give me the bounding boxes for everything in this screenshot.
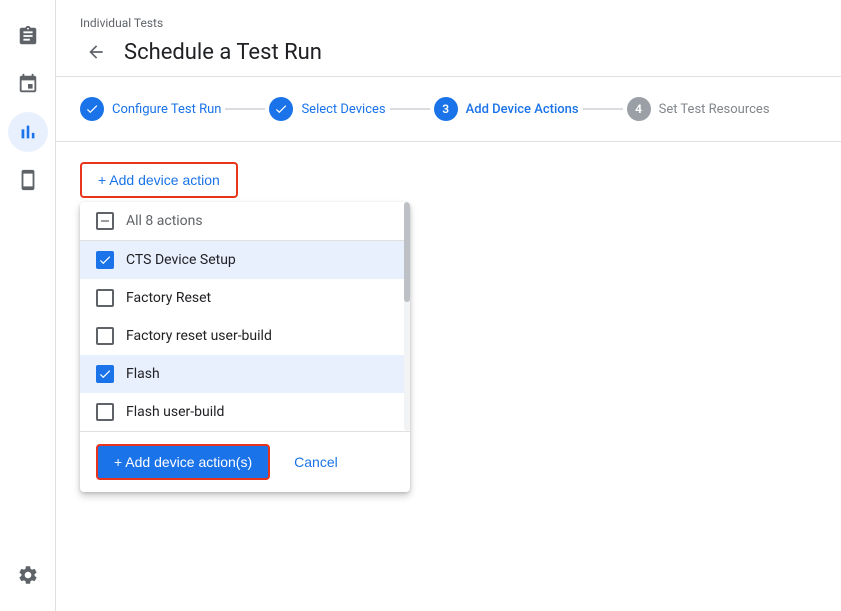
connector-2 [390, 108, 430, 110]
indeterminate-icon [98, 214, 112, 228]
dropdown-item-factory-reset-label: Factory Reset [126, 290, 211, 306]
back-button[interactable] [80, 36, 112, 68]
checkbox-factory-reset [96, 289, 114, 307]
sidebar [0, 0, 56, 611]
dropdown-item-flash-user[interactable]: Flash user-build [80, 393, 410, 431]
dropdown-item-cts[interactable]: CTS Device Setup [80, 241, 410, 279]
checkbox-flash-user [96, 403, 114, 421]
step-3-label: Add Device Actions [466, 102, 579, 117]
check-icon-flash [98, 367, 112, 381]
step-4-label: Set Test Resources [659, 102, 770, 117]
dropdown-panel: All 8 actions CTS Device Setup [80, 202, 410, 492]
breadcrumb: Individual Tests [80, 16, 817, 30]
dropdown-list: All 8 actions CTS Device Setup [80, 202, 410, 431]
content-area: + Add device action All 8 actions [56, 142, 841, 611]
chart-icon [17, 121, 39, 143]
checkmark-icon [85, 102, 99, 116]
step-2: Select Devices [269, 97, 385, 121]
dropdown-item-all-label: All 8 actions [126, 213, 203, 229]
stepper: Configure Test Run Select Devices 3 Add … [56, 77, 841, 142]
checkbox-flash [96, 365, 114, 383]
settings-icon [17, 564, 39, 586]
checkbox-all [96, 212, 114, 230]
cancel-button[interactable]: Cancel [282, 446, 350, 478]
connector-1 [225, 108, 265, 110]
check-icon-cts [98, 253, 112, 267]
add-device-actions-button[interactable]: + Add device action(s) [96, 444, 270, 480]
device-icon [17, 169, 39, 191]
dropdown-item-factory-reset-user[interactable]: Factory reset user-build [80, 317, 410, 355]
step-3: 3 Add Device Actions [434, 97, 579, 121]
step-4: 4 Set Test Resources [627, 97, 770, 121]
step-1: Configure Test Run [80, 97, 221, 121]
dropdown-item-factory-reset[interactable]: Factory Reset [80, 279, 410, 317]
dropdown-item-all[interactable]: All 8 actions [80, 202, 410, 241]
step-4-circle: 4 [627, 97, 651, 121]
back-arrow-icon [86, 42, 106, 62]
connector-3 [583, 108, 623, 110]
sidebar-item-settings[interactable] [8, 555, 48, 595]
step-3-circle: 3 [434, 97, 458, 121]
step-3-number: 3 [442, 102, 449, 116]
sidebar-item-clipboard[interactable] [8, 16, 48, 56]
dropdown-footer: + Add device action(s) Cancel [80, 431, 410, 492]
dropdown-item-flash-label: Flash [126, 366, 160, 382]
calendar-icon [17, 73, 39, 95]
dropdown-item-flash-user-label: Flash user-build [126, 404, 224, 420]
title-row: Schedule a Test Run [80, 36, 817, 68]
page-title: Schedule a Test Run [124, 40, 322, 65]
scrollbar-thumb[interactable] [404, 202, 410, 302]
checkbox-factory-reset-user [96, 327, 114, 345]
scrollbar-track [404, 202, 410, 431]
dropdown-item-factory-reset-user-label: Factory reset user-build [126, 328, 272, 344]
dropdown-item-flash[interactable]: Flash [80, 355, 410, 393]
step-4-number: 4 [635, 102, 642, 116]
sidebar-item-calendar[interactable] [8, 64, 48, 104]
clipboard-icon [17, 25, 39, 47]
main-content: Individual Tests Schedule a Test Run Con… [56, 0, 841, 611]
step-1-label: Configure Test Run [112, 102, 221, 117]
sidebar-item-chart[interactable] [8, 112, 48, 152]
checkmark-icon-2 [274, 102, 288, 116]
step-2-label: Select Devices [301, 102, 385, 117]
sidebar-item-device[interactable] [8, 160, 48, 200]
add-device-action-button[interactable]: + Add device action [80, 162, 238, 198]
step-2-circle [269, 97, 293, 121]
dropdown-item-cts-label: CTS Device Setup [126, 252, 236, 268]
checkbox-cts [96, 251, 114, 269]
step-1-circle [80, 97, 104, 121]
dropdown-inner: All 8 actions CTS Device Setup [80, 202, 410, 431]
header: Individual Tests Schedule a Test Run [56, 0, 841, 77]
